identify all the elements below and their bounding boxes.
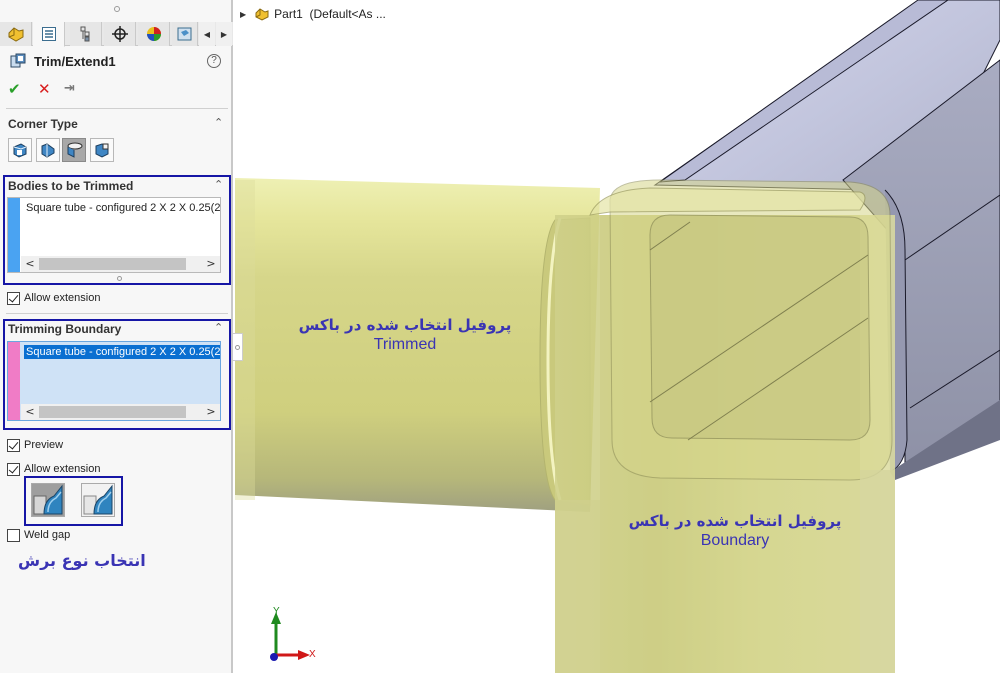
- annotation-trim-type: انتخاب نوع برش: [18, 551, 146, 570]
- preview-checkbox[interactable]: Preview: [7, 437, 63, 453]
- tab-feature-manager[interactable]: [0, 22, 32, 46]
- tab-display-manager[interactable]: [138, 22, 170, 46]
- body-trim-icon: [33, 484, 63, 515]
- ok-button[interactable]: ✔: [8, 80, 21, 98]
- annotation-boundary: پروفیل انتخاب شده در باکس Boundary: [620, 512, 850, 550]
- checkbox[interactable]: [7, 528, 20, 542]
- tab-scroll-left-button[interactable]: ◀: [199, 22, 215, 46]
- boundary-tube: [555, 179, 895, 673]
- corner-type-end-butt2-button[interactable]: [90, 138, 114, 162]
- property-manager-header: Trim/Extend1 ?: [0, 50, 233, 74]
- cancel-button[interactable]: ✕: [38, 80, 51, 98]
- corner-type-end-miter-button[interactable]: [36, 138, 60, 162]
- tab-configuration-manager[interactable]: [70, 22, 102, 46]
- trimming-boundary-list[interactable]: Square tube - configured 2 X 2 X 0.25(2 …: [7, 341, 221, 421]
- checkbox-label: Weld gap: [24, 529, 71, 541]
- trimming-boundary-title: Trimming Boundary: [8, 322, 122, 336]
- list-item-selected[interactable]: Square tube - configured 2 X 2 X 0.25(2: [24, 345, 220, 359]
- part-icon: [255, 8, 269, 21]
- property-list-icon: [41, 27, 56, 41]
- corner-type-end-trim-button[interactable]: [8, 138, 32, 162]
- allow-extension-checkbox-1[interactable]: Allow extension: [7, 290, 100, 306]
- annotation-trimmed: پروفیل انتخاب شده در باکس Trimmed: [290, 316, 520, 354]
- part-name: Part1 (Default<As ...: [274, 7, 386, 21]
- tab-cam-manager[interactable]: [172, 22, 198, 46]
- divider: [6, 108, 228, 109]
- collapse-bodies-icon[interactable]: ⌃: [214, 178, 223, 191]
- annotation-boundary-en: Boundary: [700, 532, 770, 549]
- crosshair-icon: [111, 26, 128, 42]
- tab-dimxpert-manager[interactable]: [104, 22, 136, 46]
- scroll-thumb[interactable]: [39, 258, 186, 270]
- property-manager-panel: ◀ ▶ Trim/Extend1 ? ✔ ✕ ⇥ Corner Type ⌃ B…: [0, 0, 233, 673]
- horizontal-scrollbar[interactable]: < >: [21, 256, 220, 272]
- list-resize-handle[interactable]: [117, 276, 122, 281]
- scroll-left-icon[interactable]: <: [23, 256, 37, 272]
- manager-tabs: ◀ ▶: [0, 22, 233, 47]
- appearance-icon: [146, 27, 161, 41]
- panel-collapse-handle[interactable]: [233, 333, 243, 361]
- feature-title: Trim/Extend1: [34, 54, 116, 69]
- collapse-corner-type-icon[interactable]: ⌃: [214, 116, 223, 129]
- selection-color-bar: [8, 342, 20, 420]
- triad-y-label: Y: [273, 606, 280, 617]
- pin-button[interactable]: ⇥: [64, 80, 75, 98]
- weld-gap-checkbox[interactable]: Weld gap: [7, 527, 70, 543]
- tab-scroll-right-button[interactable]: ▶: [216, 22, 232, 46]
- help-icon[interactable]: ?: [207, 54, 221, 68]
- end-miter-icon: [41, 143, 55, 158]
- planar-trim-icon: [83, 484, 113, 515]
- checkbox[interactable]: [7, 291, 20, 305]
- expand-arrow-icon[interactable]: ▶: [240, 10, 246, 19]
- corner-type-title: Corner Type: [8, 117, 78, 131]
- horizontal-scrollbar[interactable]: < >: [21, 404, 220, 420]
- checkbox[interactable]: [7, 438, 20, 452]
- tab-property-manager[interactable]: [33, 22, 65, 47]
- annotation-trimmed-fa: پروفیل انتخاب شده در باکس: [298, 316, 512, 334]
- planar-trim-button[interactable]: [81, 483, 115, 517]
- list-item[interactable]: Square tube - configured 2 X 2 X 0.25(2: [24, 201, 220, 215]
- triad-x-label: X: [309, 649, 316, 660]
- end-butt1-icon: [67, 142, 83, 158]
- annotation-trimmed-en: Trimmed: [373, 336, 437, 353]
- scroll-right-icon[interactable]: >: [204, 404, 218, 420]
- body-trim-button[interactable]: [31, 483, 65, 517]
- divider: [6, 313, 228, 314]
- end-trim-icon: [13, 143, 27, 158]
- solidworks-window: Y X پروفیل انتخاب شده در باکس Trimmed پر…: [0, 0, 1000, 673]
- collapse-boundary-icon[interactable]: ⌃: [214, 321, 223, 334]
- end-butt2-icon: [95, 143, 109, 158]
- scroll-left-icon[interactable]: <: [23, 404, 37, 420]
- allow-extension-checkbox-2[interactable]: Allow extension: [7, 461, 100, 477]
- selection-color-bar: [8, 198, 20, 272]
- part-icon: [8, 27, 23, 42]
- checkbox-label: Allow extension: [24, 292, 101, 304]
- scroll-right-icon[interactable]: >: [204, 256, 218, 272]
- panel-grip[interactable]: [0, 0, 233, 20]
- checkbox[interactable]: [7, 462, 20, 476]
- checkbox-label: Preview: [24, 439, 64, 451]
- corner-type-end-butt1-button[interactable]: [62, 138, 86, 162]
- checkbox-label: Allow extension: [24, 463, 101, 475]
- configuration-icon: [80, 26, 89, 42]
- coordinate-triad: [270, 612, 310, 661]
- feature-tree-root[interactable]: ▶ Part1 (Default<As ...: [240, 6, 386, 22]
- cam-icon: [177, 27, 191, 41]
- trim-extend-icon: [10, 53, 26, 68]
- annotation-boundary-fa: پروفیل انتخاب شده در باکس: [628, 512, 842, 530]
- graphics-area[interactable]: Y X پروفیل انتخاب شده در باکس Trimmed پر…: [235, 0, 1000, 673]
- scroll-thumb[interactable]: [39, 406, 186, 418]
- bodies-to-be-trimmed-title: Bodies to be Trimmed: [8, 179, 134, 193]
- action-buttons: ✔ ✕ ⇥: [0, 80, 233, 100]
- bodies-to-be-trimmed-list[interactable]: Square tube - configured 2 X 2 X 0.25(2 …: [7, 197, 221, 273]
